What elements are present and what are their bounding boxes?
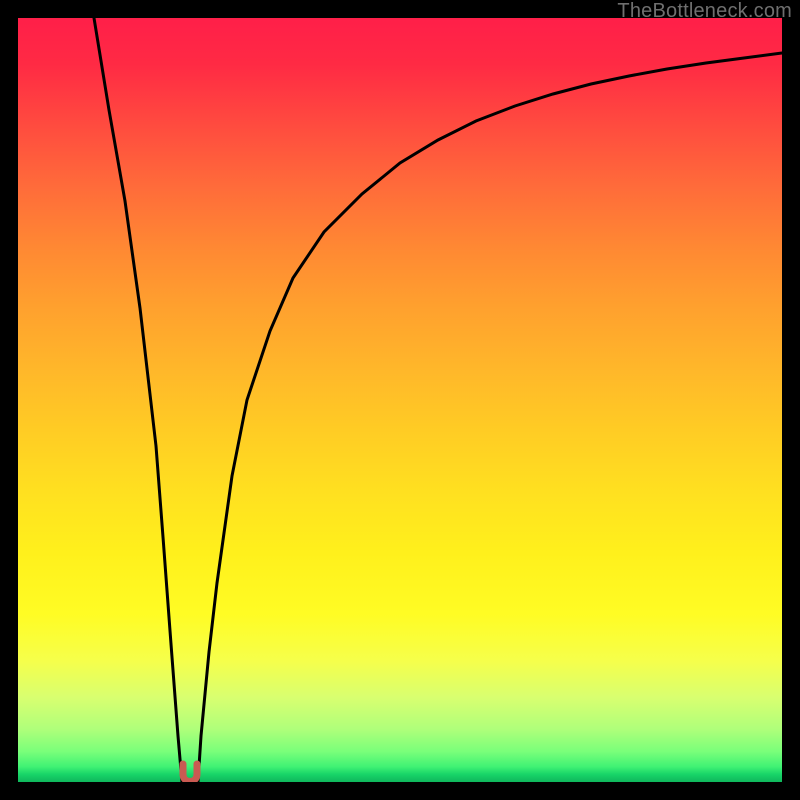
chart-container: TheBottleneck.com (0, 0, 800, 800)
watermark-label: TheBottleneck.com (617, 0, 792, 23)
plot-area (18, 18, 782, 782)
bottleneck-gradient-background (18, 18, 782, 782)
